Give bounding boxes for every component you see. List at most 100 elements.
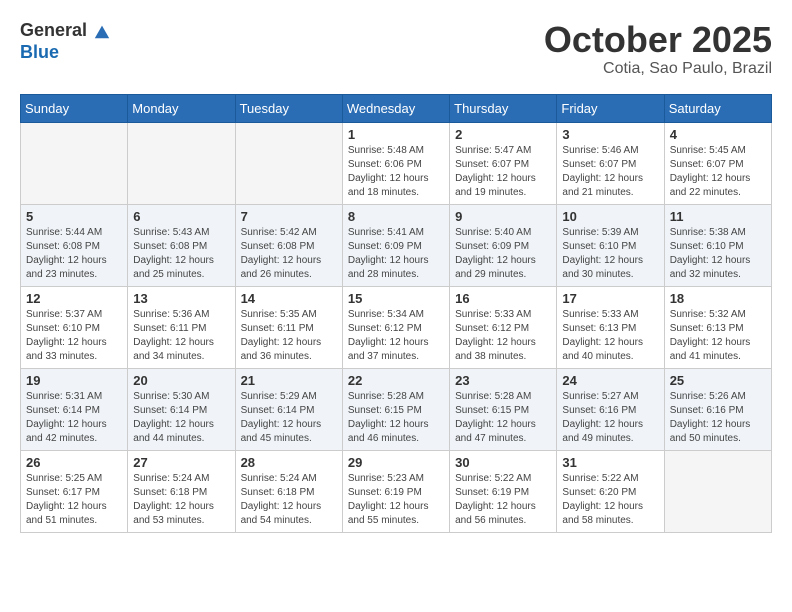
day-number: 10 — [562, 209, 658, 224]
day-number: 13 — [133, 291, 229, 306]
weekday-header-tuesday: Tuesday — [235, 94, 342, 122]
day-number: 18 — [670, 291, 766, 306]
day-info: Sunrise: 5:32 AM Sunset: 6:13 PM Dayligh… — [670, 308, 766, 364]
day-number: 28 — [241, 455, 337, 470]
day-number: 12 — [26, 291, 122, 306]
calendar-day-cell — [235, 122, 342, 204]
day-number: 8 — [348, 209, 444, 224]
day-number: 3 — [562, 127, 658, 142]
calendar-day-cell: 3 Sunrise: 5:46 AM Sunset: 6:07 PM Daylig… — [557, 122, 664, 204]
calendar-day-cell: 9Sunrise: 5:40 AM Sunset: 6:09 PM Daylig… — [450, 204, 557, 286]
calendar-day-cell: 29 Sunrise: 5:23 AM Sunset: 6:19 PM Dayli… — [342, 450, 449, 532]
calendar-day-cell: 6Sunrise: 5:43 AM Sunset: 6:08 PM Daylig… — [128, 204, 235, 286]
calendar-day-cell: 5Sunrise: 5:44 AM Sunset: 6:08 PM Daylig… — [21, 204, 128, 286]
day-info: Sunrise: 5:25 AM Sunset: 6:17 PM Dayligh… — [26, 472, 122, 528]
day-info: Sunrise: 5:36 AM Sunset: 6:11 PM Dayligh… — [133, 308, 229, 364]
calendar-day-cell: 24 Sunrise: 5:27 AM Sunset: 6:16 PM Dayli… — [557, 368, 664, 450]
calendar-day-cell: 15 Sunrise: 5:34 AM Sunset: 6:12 PM Dayli… — [342, 286, 449, 368]
day-info: Sunrise: 5:28 AM Sunset: 6:15 PM Dayligh… — [348, 390, 444, 446]
weekday-header-friday: Friday — [557, 94, 664, 122]
calendar-week-row: 26 Sunrise: 5:25 AM Sunset: 6:17 PM Dayli… — [21, 450, 772, 532]
calendar-day-cell: 13 Sunrise: 5:36 AM Sunset: 6:11 PM Dayli… — [128, 286, 235, 368]
weekday-header-monday: Monday — [128, 94, 235, 122]
day-info: Sunrise: 5:30 AM Sunset: 6:14 PM Dayligh… — [133, 390, 229, 446]
calendar-day-cell: 1 Sunrise: 5:48 AM Sunset: 6:06 PM Daylig… — [342, 122, 449, 204]
calendar-day-cell: 30Sunrise: 5:22 AM Sunset: 6:19 PM Dayli… — [450, 450, 557, 532]
day-number: 9 — [455, 209, 551, 224]
logo: General Blue — [20, 20, 111, 63]
calendar-week-row: 12 Sunrise: 5:37 AM Sunset: 6:10 PM Dayli… — [21, 286, 772, 368]
month-title: October 2025 — [544, 20, 772, 60]
calendar-day-cell: 19 Sunrise: 5:31 AM Sunset: 6:14 PM Dayli… — [21, 368, 128, 450]
calendar-day-cell: 22 Sunrise: 5:28 AM Sunset: 6:15 PM Dayli… — [342, 368, 449, 450]
day-info: Sunrise: 5:24 AM Sunset: 6:18 PM Dayligh… — [133, 472, 229, 528]
day-info: Sunrise: 5:28 AM Sunset: 6:15 PM Dayligh… — [455, 390, 551, 446]
day-number: 14 — [241, 291, 337, 306]
weekday-header-saturday: Saturday — [664, 94, 771, 122]
weekday-header-row: SundayMondayTuesdayWednesdayThursdayFrid… — [21, 94, 772, 122]
day-info: Sunrise: 5:34 AM Sunset: 6:12 PM Dayligh… — [348, 308, 444, 364]
day-number: 15 — [348, 291, 444, 306]
day-info: Sunrise: 5:24 AM Sunset: 6:18 PM Dayligh… — [241, 472, 337, 528]
calendar-day-cell: 25 Sunrise: 5:26 AM Sunset: 6:16 PM Dayli… — [664, 368, 771, 450]
day-number: 31 — [562, 455, 658, 470]
day-number: 29 — [348, 455, 444, 470]
calendar-day-cell: 26 Sunrise: 5:25 AM Sunset: 6:17 PM Dayli… — [21, 450, 128, 532]
logo-blue: Blue — [20, 42, 111, 64]
day-info: Sunrise: 5:37 AM Sunset: 6:10 PM Dayligh… — [26, 308, 122, 364]
day-info: Sunrise: 5:39 AM Sunset: 6:10 PM Dayligh… — [562, 226, 658, 282]
day-info: Sunrise: 5:26 AM Sunset: 6:16 PM Dayligh… — [670, 390, 766, 446]
calendar-table: SundayMondayTuesdayWednesdayThursdayFrid… — [20, 94, 772, 533]
calendar-day-cell: 27 Sunrise: 5:24 AM Sunset: 6:18 PM Dayli… — [128, 450, 235, 532]
day-info: Sunrise: 5:44 AM Sunset: 6:08 PM Dayligh… — [26, 226, 122, 282]
calendar-day-cell: 23 Sunrise: 5:28 AM Sunset: 6:15 PM Dayli… — [450, 368, 557, 450]
calendar-day-cell — [21, 122, 128, 204]
day-info: Sunrise: 5:33 AM Sunset: 6:13 PM Dayligh… — [562, 308, 658, 364]
day-number: 27 — [133, 455, 229, 470]
day-info: Sunrise: 5:33 AM Sunset: 6:12 PM Dayligh… — [455, 308, 551, 364]
day-number: 7 — [241, 209, 337, 224]
day-number: 16 — [455, 291, 551, 306]
day-number: 24 — [562, 373, 658, 388]
day-number: 19 — [26, 373, 122, 388]
calendar-day-cell: 31Sunrise: 5:22 AM Sunset: 6:20 PM Dayli… — [557, 450, 664, 532]
day-info: Sunrise: 5:27 AM Sunset: 6:16 PM Dayligh… — [562, 390, 658, 446]
weekday-header-sunday: Sunday — [21, 94, 128, 122]
calendar-day-cell: 14 Sunrise: 5:35 AM Sunset: 6:11 PM Dayli… — [235, 286, 342, 368]
day-number: 6 — [133, 209, 229, 224]
day-info: Sunrise: 5:41 AM Sunset: 6:09 PM Dayligh… — [348, 226, 444, 282]
calendar-week-row: 5Sunrise: 5:44 AM Sunset: 6:08 PM Daylig… — [21, 204, 772, 286]
day-number: 1 — [348, 127, 444, 142]
calendar-day-cell: 8 Sunrise: 5:41 AM Sunset: 6:09 PM Daylig… — [342, 204, 449, 286]
calendar-day-cell: 17Sunrise: 5:33 AM Sunset: 6:13 PM Dayli… — [557, 286, 664, 368]
day-number: 23 — [455, 373, 551, 388]
day-info: Sunrise: 5:46 AM Sunset: 6:07 PM Dayligh… — [562, 144, 658, 200]
calendar-week-row: 1 Sunrise: 5:48 AM Sunset: 6:06 PM Daylig… — [21, 122, 772, 204]
day-info: Sunrise: 5:35 AM Sunset: 6:11 PM Dayligh… — [241, 308, 337, 364]
day-info: Sunrise: 5:22 AM Sunset: 6:19 PM Dayligh… — [455, 472, 551, 528]
day-info: Sunrise: 5:47 AM Sunset: 6:07 PM Dayligh… — [455, 144, 551, 200]
day-info: Sunrise: 5:23 AM Sunset: 6:19 PM Dayligh… — [348, 472, 444, 528]
weekday-header-thursday: Thursday — [450, 94, 557, 122]
day-info: Sunrise: 5:45 AM Sunset: 6:07 PM Dayligh… — [670, 144, 766, 200]
day-number: 22 — [348, 373, 444, 388]
calendar-day-cell: 7 Sunrise: 5:42 AM Sunset: 6:08 PM Daylig… — [235, 204, 342, 286]
day-number: 25 — [670, 373, 766, 388]
day-info: Sunrise: 5:42 AM Sunset: 6:08 PM Dayligh… — [241, 226, 337, 282]
logo-general: General — [20, 20, 111, 42]
calendar-day-cell: 12 Sunrise: 5:37 AM Sunset: 6:10 PM Dayli… — [21, 286, 128, 368]
weekday-header-wednesday: Wednesday — [342, 94, 449, 122]
calendar-day-cell: 18 Sunrise: 5:32 AM Sunset: 6:13 PM Dayli… — [664, 286, 771, 368]
calendar-day-cell: 10 Sunrise: 5:39 AM Sunset: 6:10 PM Dayli… — [557, 204, 664, 286]
day-number: 26 — [26, 455, 122, 470]
calendar-week-row: 19 Sunrise: 5:31 AM Sunset: 6:14 PM Dayli… — [21, 368, 772, 450]
day-number: 2 — [455, 127, 551, 142]
calendar-day-cell: 28 Sunrise: 5:24 AM Sunset: 6:18 PM Dayli… — [235, 450, 342, 532]
calendar-day-cell: 21Sunrise: 5:29 AM Sunset: 6:14 PM Dayli… — [235, 368, 342, 450]
day-info: Sunrise: 5:29 AM Sunset: 6:14 PM Dayligh… — [241, 390, 337, 446]
day-info: Sunrise: 5:31 AM Sunset: 6:14 PM Dayligh… — [26, 390, 122, 446]
day-info: Sunrise: 5:48 AM Sunset: 6:06 PM Dayligh… — [348, 144, 444, 200]
calendar-day-cell: 20Sunrise: 5:30 AM Sunset: 6:14 PM Dayli… — [128, 368, 235, 450]
calendar-day-cell: 2 Sunrise: 5:47 AM Sunset: 6:07 PM Daylig… — [450, 122, 557, 204]
calendar-day-cell: 4Sunrise: 5:45 AM Sunset: 6:07 PM Daylig… — [664, 122, 771, 204]
